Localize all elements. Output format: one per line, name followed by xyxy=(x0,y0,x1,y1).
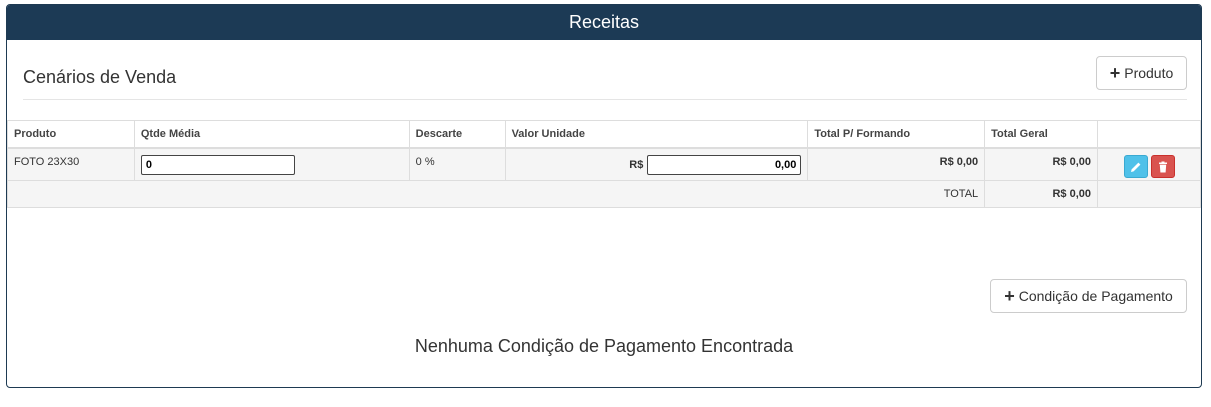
add-produto-label: Produto xyxy=(1124,65,1174,81)
currency-label: R$ xyxy=(629,159,644,171)
edit-button[interactable] xyxy=(1123,155,1148,178)
col-qtde: Qtde Média xyxy=(133,120,410,149)
col-valor: Valor Unidade xyxy=(504,120,809,149)
cell-total-formando: R$ 0,00 xyxy=(807,147,986,181)
cenarios-table: Produto Qtde Média Descarte Valor Unidad… xyxy=(7,120,1201,208)
delete-button[interactable] xyxy=(1150,155,1175,178)
cell-qtde xyxy=(133,147,410,181)
receitas-panel: Receitas Cenários de Venda + Produto Pro… xyxy=(6,4,1202,388)
col-actions xyxy=(1097,120,1201,149)
empty-state-message: Nenhuma Condição de Pagamento Encontrada xyxy=(414,336,794,356)
valor-input[interactable] xyxy=(647,155,802,175)
section-title: Cenários de Venda xyxy=(23,67,177,87)
pencil-icon xyxy=(1130,162,1140,172)
cell-descarte: 0 % xyxy=(408,147,506,181)
cell-produto: FOTO 23X30 xyxy=(7,147,135,181)
total-empty-cell xyxy=(1097,179,1201,208)
total-value: R$ 0,00 xyxy=(984,179,1099,208)
qtde-input[interactable] xyxy=(140,155,295,175)
cell-actions xyxy=(1097,147,1201,181)
plus-icon: + xyxy=(1004,286,1015,306)
col-total-formando: Total P/ Formando xyxy=(807,120,986,149)
add-produto-button[interactable]: + Produto xyxy=(1096,56,1187,90)
plus-icon: + xyxy=(1109,63,1121,83)
col-produto: Produto xyxy=(7,120,135,149)
total-label: TOTAL xyxy=(7,179,986,208)
cell-valor: R$ xyxy=(504,147,809,181)
divider xyxy=(23,99,1187,100)
cell-total-geral: R$ 0,00 xyxy=(984,147,1099,181)
total-row: TOTAL R$ 0,00 xyxy=(7,179,1201,208)
trash-icon xyxy=(1158,161,1167,172)
table-row: FOTO 23X30 0 % R$ R$ 0,00 R$ 0,00 xyxy=(7,147,1201,181)
add-condicao-button[interactable]: + Condição de Pagamento xyxy=(990,279,1187,313)
panel-title: Receitas xyxy=(7,5,1201,40)
col-descarte: Descarte xyxy=(408,120,506,149)
table-header-row: Produto Qtde Média Descarte Valor Unidad… xyxy=(7,120,1201,149)
add-condicao-label: Condição de Pagamento xyxy=(1018,288,1173,304)
col-total-geral: Total Geral xyxy=(984,120,1099,149)
